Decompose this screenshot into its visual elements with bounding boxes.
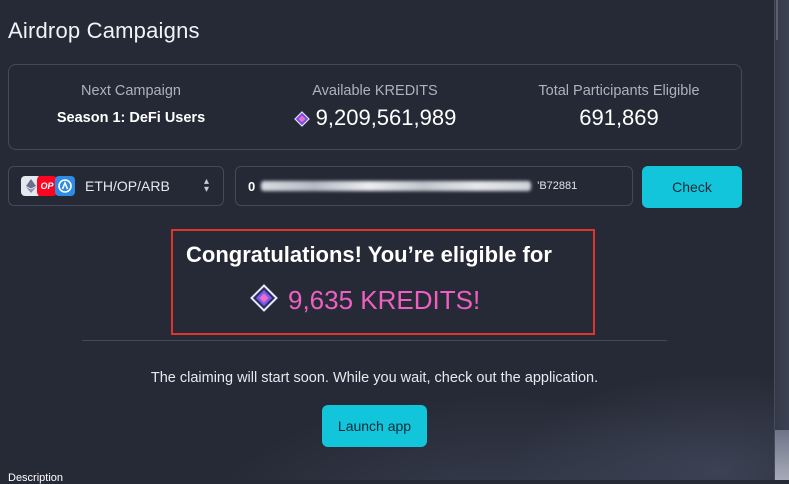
stat-label: Available KREDITS [312,83,438,99]
window-edge [774,0,789,480]
arbitrum-icon [55,176,75,196]
chain-select-value: ETH/OP/ARB [85,178,170,194]
claim-note: The claiming will start soon. While you … [150,370,599,386]
page-title: Airdrop Campaigns [8,18,200,43]
campaign-stats-panel: Next Campaign Season 1: DeFi Users Avail… [8,64,742,150]
kredits-gem-icon [293,107,310,133]
chevron-updown-icon: ▴ ▾ [203,176,209,195]
chain-icons: OP [21,176,77,196]
reward-amount: 9,635 KREDITS! [288,285,481,315]
scrollbar-thumb[interactable] [776,0,778,40]
available-kredits-row: 9,209,561,989 [253,105,497,133]
address-visible-start: 0 [248,178,256,194]
reward-row: 9,635 KREDITS! [250,284,480,317]
stat-label: Next Campaign [81,83,181,99]
divider [82,340,667,341]
check-button[interactable]: Check [642,166,742,208]
stat-total-participants: Total Participants Eligible 691,869 [497,65,741,149]
kredits-gem-icon [250,284,278,317]
total-participants-value: 691,869 [579,105,659,130]
eligibility-headline: Congratulations! You’re eligible for [186,242,552,267]
description-label: Description [8,472,64,484]
wallet-address-input[interactable]: 0 'B72881 [235,166,633,206]
stat-label: Total Participants Eligible [538,83,700,99]
stat-available-kredits: Available KREDITS 9,209,561,989 [253,65,497,149]
available-kredits-value: 9,209,561,989 [315,105,457,130]
background-panel [775,430,789,480]
next-campaign-value: Season 1: DeFi Users [56,110,206,126]
chain-select[interactable]: OP ETH/OP/ARB ▴ ▾ [8,166,224,206]
stat-next-campaign: Next Campaign Season 1: DeFi Users [9,65,253,149]
launch-app-button[interactable]: Launch app [322,405,427,447]
optimism-icon: OP [37,176,57,196]
address-visible-end: 'B72881 [537,180,578,192]
address-redacted-blur [261,181,532,191]
